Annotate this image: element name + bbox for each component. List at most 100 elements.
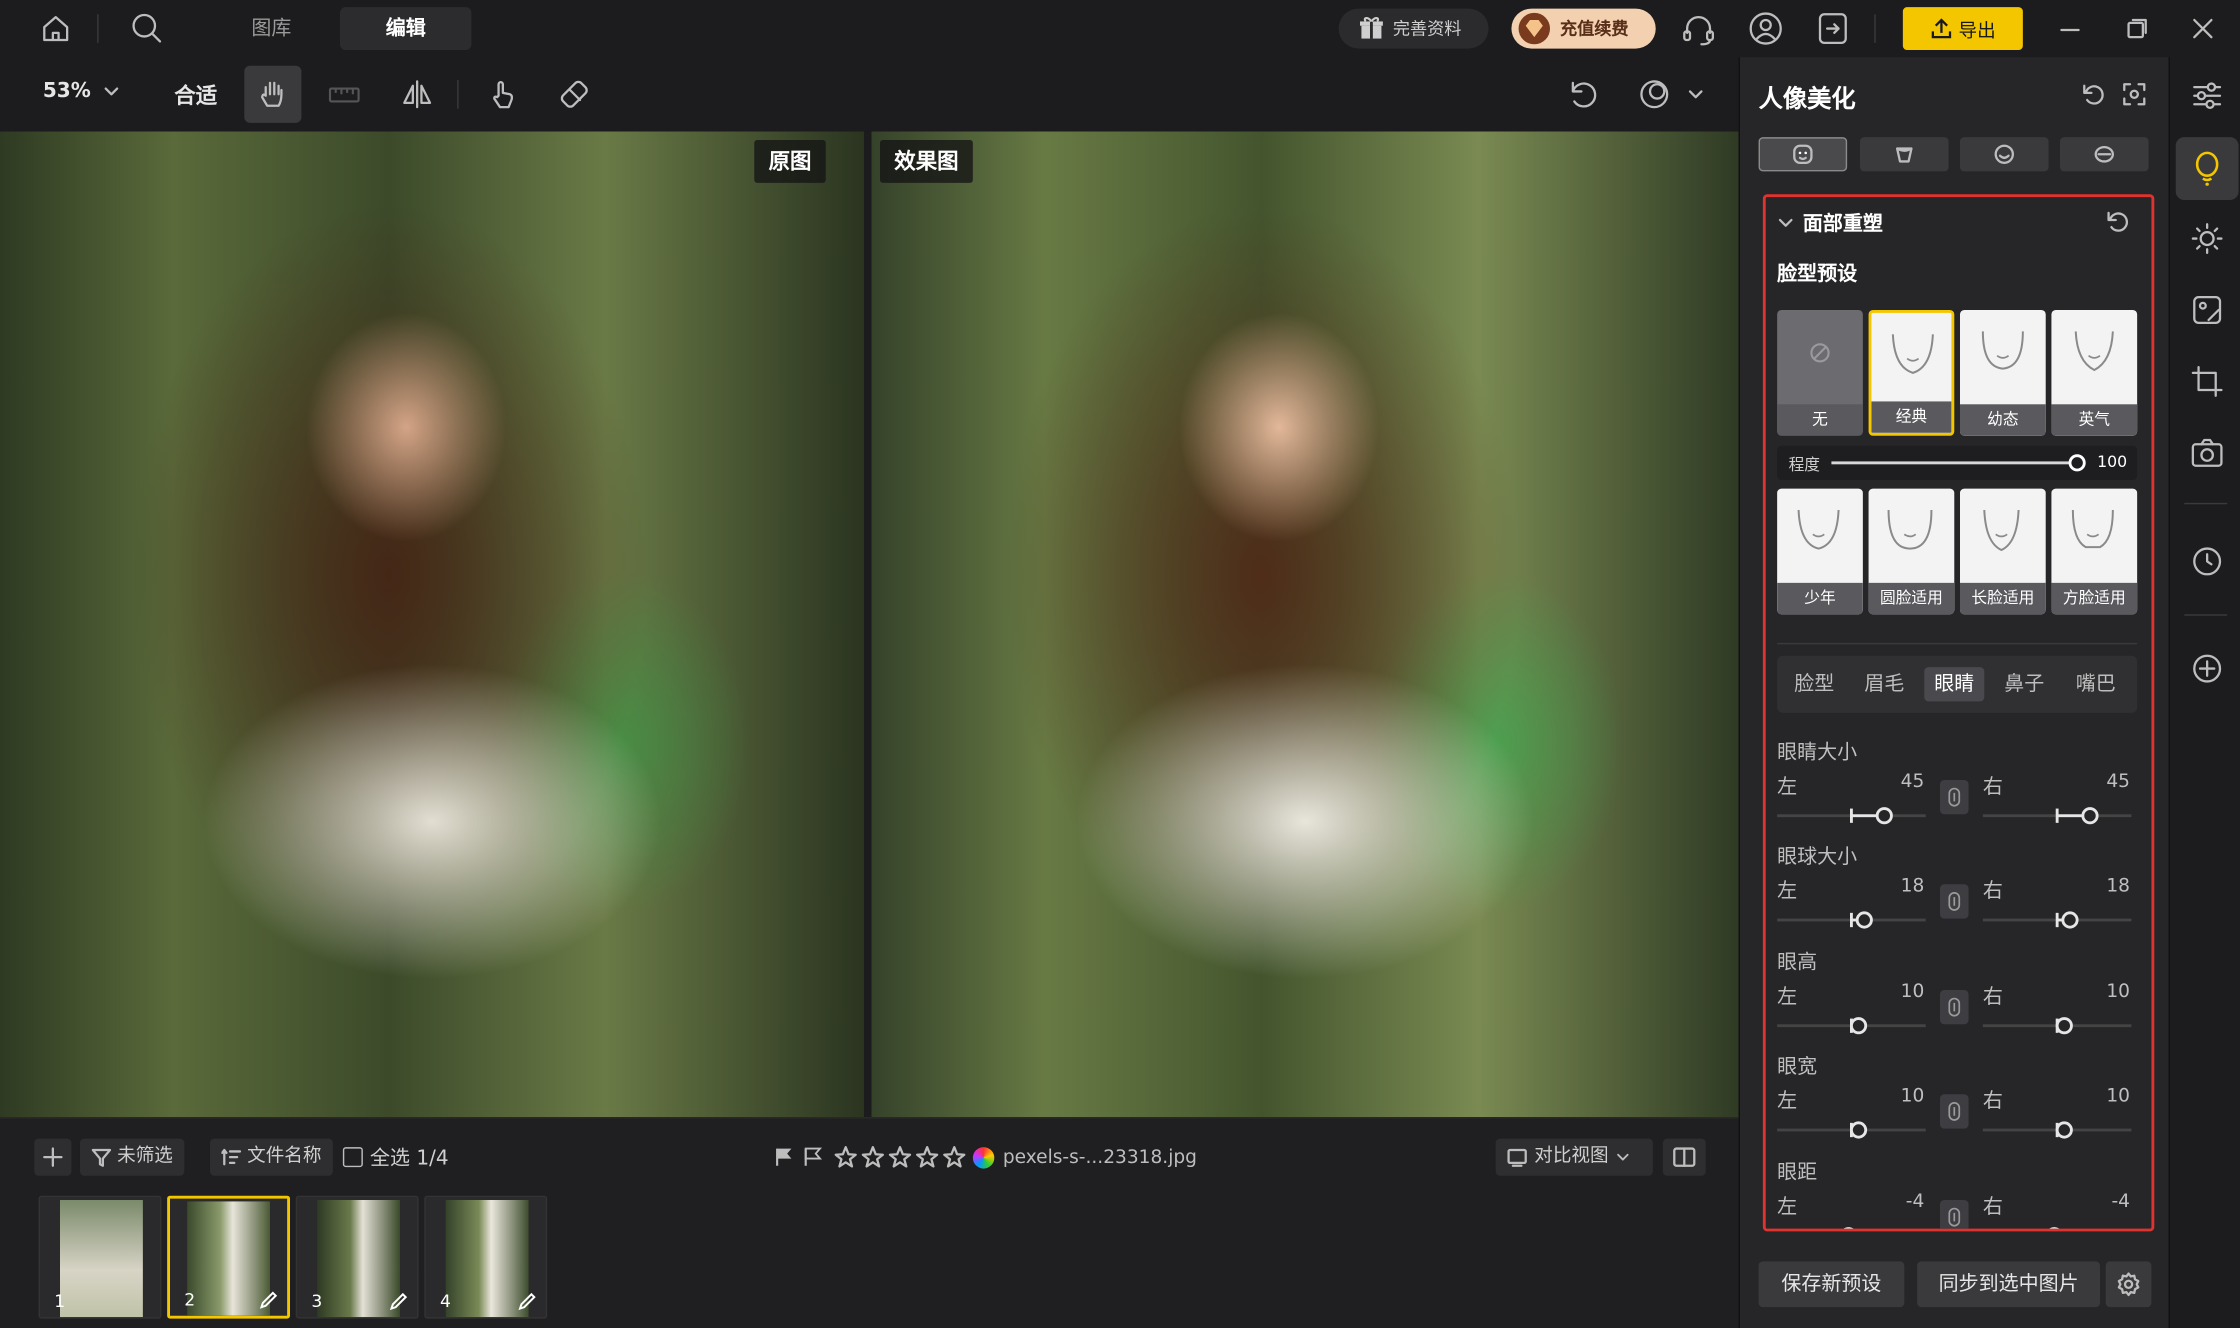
tab-edit[interactable]: 编辑	[339, 7, 472, 50]
slider-title: 眼睛大小	[1777, 741, 1858, 765]
overlay-button[interactable]	[1626, 66, 1683, 123]
slider-knob[interactable]	[2055, 1017, 2074, 1035]
degree-knob[interactable]	[2068, 454, 2086, 472]
recharge-button[interactable]: 充值续费	[1511, 8, 1656, 49]
slider-title: 眼高	[1777, 951, 1818, 975]
minimize-icon[interactable]	[2057, 17, 2083, 43]
star-icon[interactable]	[914, 1144, 940, 1170]
original-label: 原图	[754, 139, 826, 183]
logout-icon[interactable]	[1814, 10, 1851, 47]
thumbnail-number: 4	[439, 1291, 451, 1312]
close-icon[interactable]	[2190, 16, 2216, 42]
brightness-icon[interactable]	[2186, 217, 2229, 260]
preset-youthful[interactable]: 幼态	[1959, 309, 2046, 436]
color-label-icon[interactable]	[972, 1146, 995, 1168]
search-icon[interactable]	[129, 10, 166, 47]
tab-mouth[interactable]: 嘴巴	[2066, 667, 2126, 701]
maximize-icon[interactable]	[2124, 16, 2150, 42]
thumbnail[interactable]: 4	[424, 1195, 548, 1319]
preset-long-face[interactable]: 长脸适用	[1959, 488, 2046, 615]
tab-makeup[interactable]	[2059, 137, 2149, 172]
sync-to-selected-button[interactable]: 同步到选中图片	[1917, 1261, 2100, 1308]
add-photo-button[interactable]	[34, 1138, 72, 1176]
flag-icon[interactable]	[773, 1146, 796, 1169]
image-edit-icon[interactable]	[2186, 289, 2229, 332]
fullscreen-icon[interactable]	[2121, 81, 2147, 107]
tab-eyebrows[interactable]: 眉毛	[1854, 667, 1914, 701]
select-all-checkbox[interactable]: 全选 1/4	[342, 1139, 449, 1176]
star-icon[interactable]	[941, 1144, 967, 1170]
slider-knob[interactable]	[2055, 1121, 2074, 1139]
preset-round-face[interactable]: 圆脸适用	[1868, 488, 1955, 615]
slider-knob[interactable]	[1850, 1121, 1868, 1139]
headset-icon[interactable]	[1680, 11, 1717, 48]
link-toggle[interactable]	[1939, 1094, 1969, 1129]
tab-face-shape[interactable]: 脸型	[1784, 667, 1844, 701]
star-icon[interactable]	[833, 1144, 859, 1170]
save-preset-button[interactable]: 保存新预设	[1758, 1261, 1905, 1308]
preset-none[interactable]: 无	[1777, 309, 1863, 436]
flip-tool-button[interactable]	[389, 66, 446, 123]
compare-divider[interactable]	[864, 131, 872, 1118]
hand-tool-button[interactable]	[244, 65, 302, 123]
link-icon	[1947, 787, 1961, 807]
link-toggle[interactable]	[1939, 989, 1969, 1025]
slider-knob[interactable]	[2061, 911, 2080, 929]
link-toggle[interactable]	[1939, 884, 1969, 919]
adjust-sliders-icon[interactable]	[2186, 74, 2229, 117]
right-label: 右	[1982, 775, 2003, 799]
link-toggle[interactable]	[1939, 779, 1969, 815]
camera-icon[interactable]	[2186, 431, 2229, 474]
photo-canvas[interactable]: 原图 效果图	[0, 131, 1739, 1118]
slider-knob[interactable]	[1856, 911, 1874, 929]
settings-button[interactable]	[2105, 1261, 2152, 1308]
slider-knob[interactable]	[1850, 1017, 1868, 1035]
divider	[457, 79, 459, 109]
portrait-tool-active[interactable]	[2175, 137, 2239, 200]
reset-icon[interactable]	[2080, 81, 2106, 107]
star-icon[interactable]	[887, 1144, 913, 1170]
section-header[interactable]: 面部重塑	[1777, 209, 1883, 238]
thumbnail-selected[interactable]: 2	[167, 1195, 290, 1319]
add-circle-icon[interactable]	[2186, 647, 2229, 690]
zoom-dropdown[interactable]: 53%	[43, 80, 119, 103]
history-icon[interactable]	[2186, 540, 2229, 583]
fit-button[interactable]: 合适	[174, 80, 217, 110]
filter-button[interactable]: 未筛选	[79, 1138, 185, 1176]
slider-knob[interactable]	[2081, 807, 2100, 825]
slider-knob[interactable]	[1876, 807, 1894, 825]
home-icon[interactable]	[39, 11, 73, 45]
tab-smile[interactable]	[1959, 137, 2049, 172]
slider-knob[interactable]	[2045, 1227, 2063, 1229]
crop-icon[interactable]	[2186, 360, 2229, 403]
thumbnail[interactable]: 1	[38, 1195, 162, 1319]
touch-tool-button[interactable]	[474, 66, 531, 123]
tab-nose[interactable]: 鼻子	[1994, 667, 2054, 701]
compare-view-dropdown[interactable]: 对比视图	[1495, 1138, 1653, 1176]
star-icon[interactable]	[860, 1144, 886, 1170]
tab-gallery[interactable]: 图库	[214, 7, 328, 50]
complete-profile-button[interactable]: 完善资料	[1338, 8, 1489, 49]
sort-button[interactable]: 文件名称	[209, 1138, 333, 1176]
tab-eyes[interactable]: 眼睛	[1924, 667, 1985, 702]
left-label: 左	[1777, 985, 1798, 1009]
split-view-button[interactable]	[1662, 1138, 1706, 1176]
chevron-down-icon[interactable]	[1687, 86, 1704, 103]
tab-body[interactable]	[1859, 137, 1949, 172]
section-reset-icon[interactable]	[2104, 209, 2130, 235]
export-button[interactable]: 导出	[1902, 7, 2023, 50]
ruler-tool-button[interactable]	[316, 66, 373, 123]
user-icon[interactable]	[1747, 10, 1784, 47]
preset-boyish[interactable]: 少年	[1777, 488, 1863, 615]
preset-heroic[interactable]: 英气	[2051, 309, 2138, 436]
thumbnail[interactable]: 3	[295, 1195, 419, 1319]
undo-button[interactable]	[1554, 66, 1611, 123]
slider-knob[interactable]	[1839, 1227, 1858, 1229]
preset-square-face[interactable]: 方脸适用	[2051, 488, 2138, 615]
preset-classic[interactable]: 经典	[1868, 309, 1955, 436]
eraser-tool-button[interactable]	[547, 66, 604, 123]
tab-face[interactable]	[1758, 137, 1848, 172]
reject-flag-icon[interactable]	[801, 1146, 824, 1169]
degree-slider[interactable]: 程度 100	[1777, 445, 2138, 480]
link-toggle[interactable]	[1939, 1199, 1969, 1229]
